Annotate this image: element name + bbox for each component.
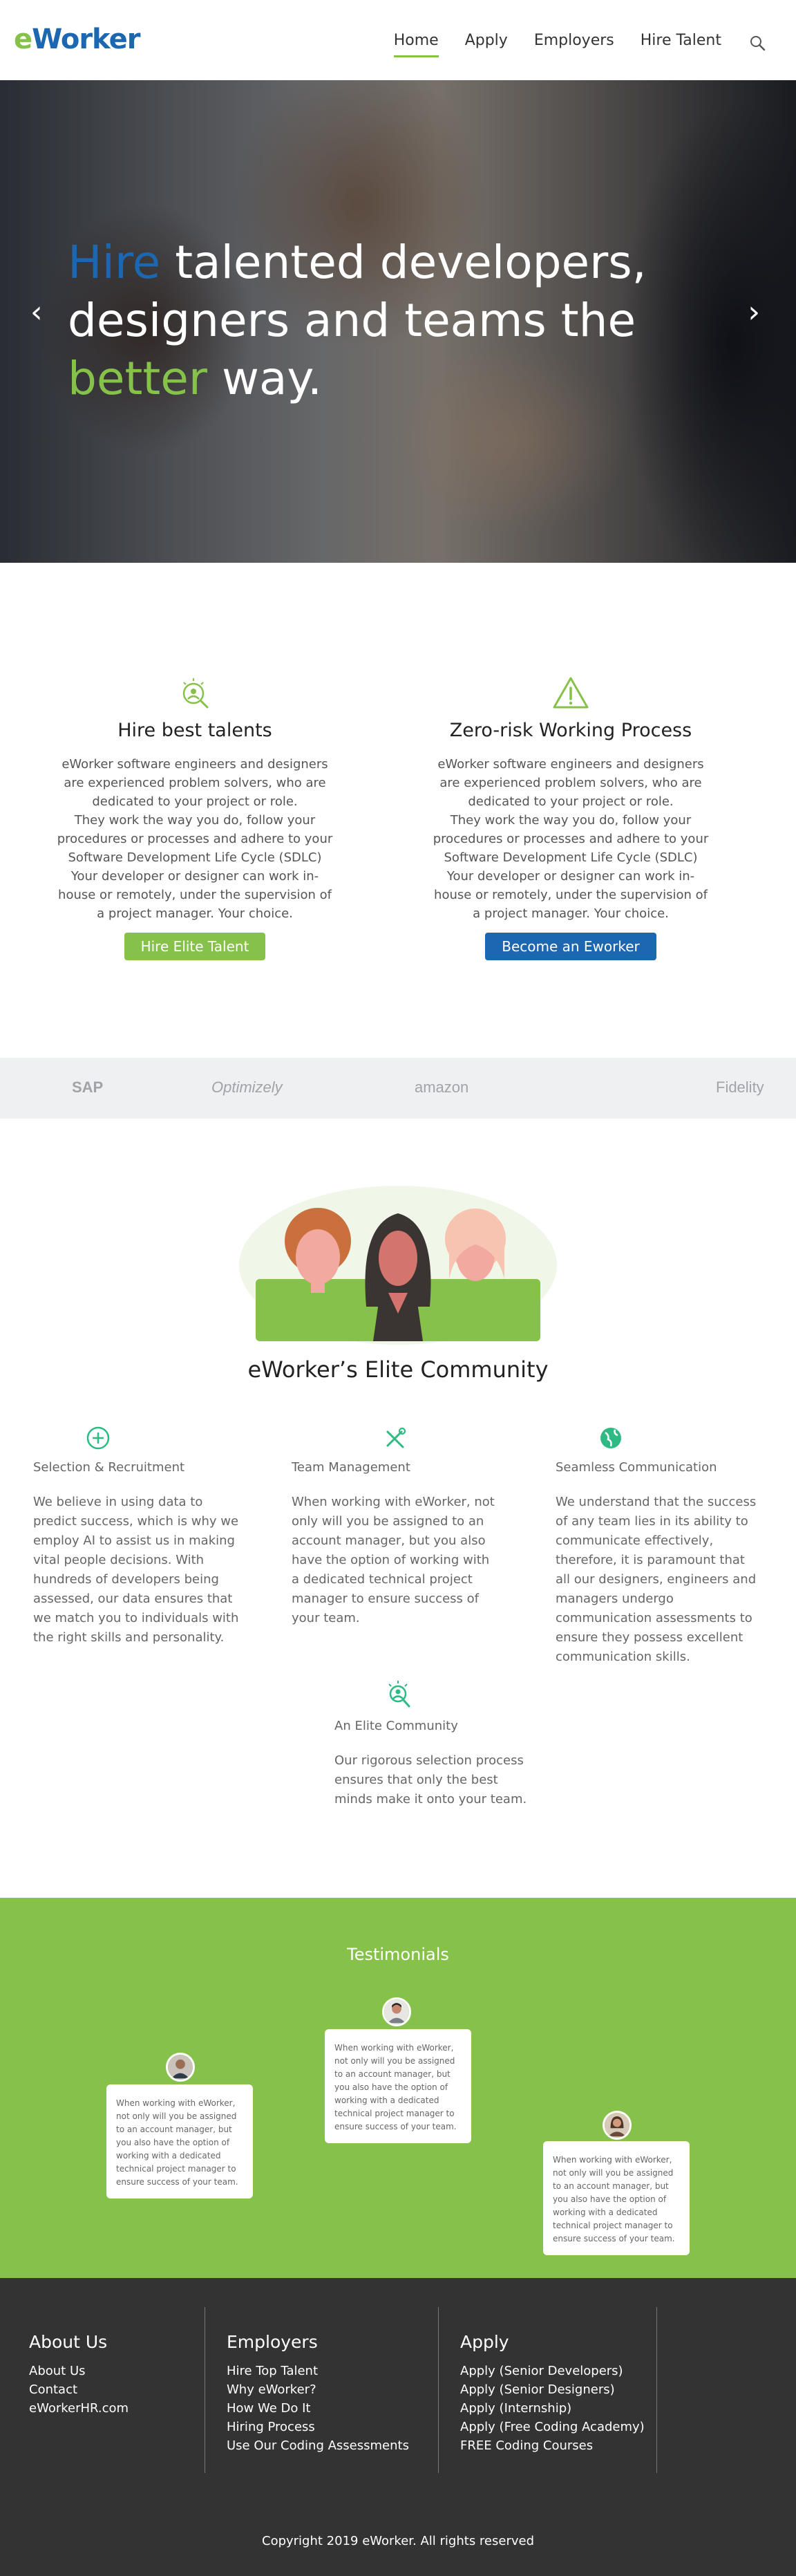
- community-icon: [388, 1681, 410, 1708]
- feature-paragraph: eWorker software engineers and designers…: [437, 757, 704, 809]
- feature-title: Zero-risk Working Process: [449, 720, 692, 741]
- nav-item-employers[interactable]: Employers: [534, 32, 614, 49]
- hero-banner: Hire talented developers, designers and …: [0, 80, 796, 563]
- feature-paragraph: They work the way you do, follow your pr…: [57, 813, 333, 865]
- search-icon[interactable]: [749, 35, 766, 51]
- feature-hire-best-talents: Hire best talents eWorker software engin…: [57, 674, 333, 960]
- avatar: [382, 1997, 411, 2026]
- footer-column-title: About Us: [29, 2332, 108, 2352]
- testimonials-title: Testimonials: [347, 1945, 449, 1964]
- globe-icon: [600, 1428, 621, 1448]
- testimonial-card: When working with eWorker, not only will…: [325, 2029, 471, 2143]
- footer-link-coding-assessments[interactable]: Use Our Coding Assessments: [227, 2436, 409, 2455]
- community-cell-team-management: Team Management When working with eWorke…: [292, 1426, 499, 1628]
- cell-title: Team Management: [292, 1460, 410, 1475]
- cell-text: When working with eWorker, not only will…: [292, 1495, 495, 1625]
- footer-link-apply-coding-academy[interactable]: Apply (Free Coding Academy): [460, 2418, 645, 2436]
- footer-link-hire-top-talent[interactable]: Hire Top Talent: [227, 2362, 409, 2380]
- feature-title: Hire best talents: [117, 720, 272, 741]
- client-logos-strip: SAP Optimizely amazon Fidelity: [0, 1058, 796, 1119]
- cell-title: Seamless Communication: [556, 1460, 717, 1475]
- footer-column-about: About Us About Us Contact eWorkerHR.com: [29, 2332, 129, 2418]
- warning-icon: [553, 677, 589, 709]
- footer-link-free-coding-courses[interactable]: FREE Coding Courses: [460, 2436, 645, 2455]
- nav-item-home[interactable]: Home: [393, 32, 439, 57]
- footer-link-hiring-process[interactable]: Hiring Process: [227, 2418, 409, 2436]
- plus-circle-icon: [86, 1426, 110, 1450]
- cell-title: Selection & Recruitment: [33, 1460, 185, 1475]
- footer-link-contact[interactable]: Contact: [29, 2380, 129, 2399]
- become-an-eworker-button[interactable]: Become an Eworker: [485, 933, 656, 960]
- community-cell-selection: Selection & Recruitment We believe in us…: [33, 1426, 240, 1648]
- avatar: [603, 2111, 632, 2140]
- chevron-right-icon[interactable]: ›: [748, 295, 760, 330]
- copyright-text: Copyright 2019 eWorker. All rights reser…: [262, 2534, 534, 2548]
- footer-link-how-we-do-it[interactable]: How We Do It: [227, 2399, 409, 2418]
- footer-column-apply: Apply Apply (Senior Developers) Apply (S…: [460, 2332, 645, 2455]
- avatar: [166, 2053, 195, 2082]
- hire-elite-talent-button[interactable]: Hire Elite Talent: [124, 933, 266, 960]
- cell-text: Our rigorous selection process ensures t…: [334, 1753, 527, 1807]
- chevron-left-icon[interactable]: ‹: [30, 295, 43, 330]
- feature-paragraph: Your developer or designer can work in-h…: [434, 869, 708, 921]
- footer-divider: [438, 2307, 439, 2473]
- brand-logo-optimizely: Optimizely: [211, 1079, 283, 1096]
- footer-link-why-eworker[interactable]: Why eWorker?: [227, 2380, 409, 2399]
- hero-headline: Hire talented developers, designers and …: [68, 236, 647, 405]
- testimonial-card: When working with eWorker, not only will…: [543, 2141, 690, 2255]
- community-cell-seamless-communication: Seamless Communication We understand tha…: [556, 1426, 763, 1667]
- brand-logo-fidelity: Fidelity: [716, 1079, 764, 1096]
- brand-logo-sap: SAP: [72, 1079, 104, 1096]
- footer-column-employers: Employers Hire Top Talent Why eWorker? H…: [227, 2332, 409, 2455]
- community-title: eWorker’s Elite Community: [247, 1356, 549, 1383]
- footer-link-eworkerhr[interactable]: eWorkerHR.com: [29, 2399, 129, 2418]
- cell-title: An Elite Community: [334, 1719, 458, 1733]
- eworker-logo[interactable]: eWorker: [14, 24, 140, 55]
- top-navigation: eWorker Home Apply Employers Hire Talent: [0, 0, 796, 80]
- footer-column-title: Apply: [460, 2332, 509, 2352]
- testimonials-section: Testimonials When working with eWorker, …: [0, 1898, 796, 2278]
- footer-column-title: Employers: [227, 2332, 318, 2352]
- cell-text: We understand that the success of any te…: [556, 1495, 757, 1664]
- community-illustration: [239, 1186, 557, 1345]
- footer-link-apply-internship[interactable]: Apply (Internship): [460, 2399, 645, 2418]
- footer-divider: [656, 2307, 657, 2473]
- nav-item-hire-talent[interactable]: Hire Talent: [641, 32, 721, 49]
- nav-item-apply[interactable]: Apply: [465, 32, 508, 49]
- feature-paragraph: Your developer or designer can work in-h…: [58, 869, 332, 921]
- nav-menu: Home Apply Employers Hire Talent: [368, 32, 721, 57]
- community-cell-elite-community: An Elite Community Our rigorous selectio…: [334, 1679, 528, 1809]
- testimonial-card: When working with eWorker, not only will…: [106, 2084, 253, 2199]
- feature-paragraph: They work the way you do, follow your pr…: [433, 813, 709, 865]
- site-footer: About Us About Us Contact eWorkerHR.com …: [0, 2278, 796, 2576]
- footer-link-apply-senior-designers[interactable]: Apply (Senior Designers): [460, 2380, 645, 2399]
- brand-logo-amazon: amazon: [415, 1079, 469, 1096]
- footer-link-about-us[interactable]: About Us: [29, 2362, 129, 2380]
- feature-zero-risk-process: Zero-risk Working Process eWorker softwa…: [433, 674, 709, 960]
- tools-icon: [386, 1427, 406, 1448]
- cell-text: We believe in using data to predict succ…: [33, 1495, 239, 1645]
- footer-link-apply-senior-developers[interactable]: Apply (Senior Developers): [460, 2362, 645, 2380]
- feature-paragraph: eWorker software engineers and designers…: [61, 757, 328, 809]
- talent-search-icon: [182, 678, 209, 709]
